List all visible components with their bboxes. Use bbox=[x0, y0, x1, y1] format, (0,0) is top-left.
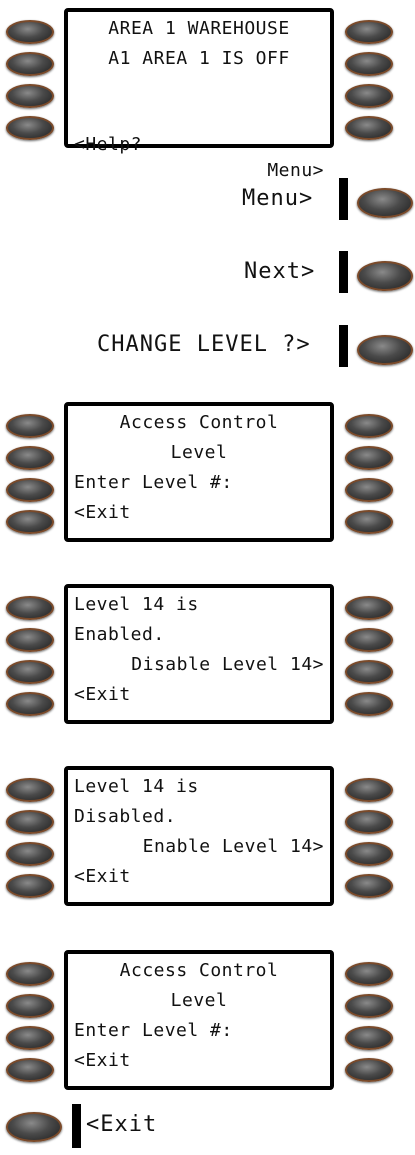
display-line-4: <Exit bbox=[74, 502, 131, 523]
step-change-level-bar bbox=[339, 325, 348, 367]
display-line-4: <Help? Menu> bbox=[74, 106, 324, 181]
soft-key-left-1[interactable] bbox=[6, 596, 54, 620]
step-change-level-key[interactable] bbox=[357, 335, 413, 365]
step-exit-key[interactable] bbox=[6, 1112, 62, 1142]
lcd-display: Level 14 is Disabled. Enable Level 14> <… bbox=[64, 766, 334, 906]
display-line-4: <Exit bbox=[74, 866, 131, 887]
display-line-1: Access Control bbox=[119, 412, 279, 433]
soft-key-right-4[interactable] bbox=[345, 510, 393, 534]
step-menu-key[interactable] bbox=[357, 188, 413, 218]
display-line-2: Enabled. bbox=[74, 624, 165, 645]
soft-key-right-2[interactable] bbox=[345, 628, 393, 652]
soft-key-right-4[interactable] bbox=[345, 116, 393, 140]
step-next-label: Next> bbox=[244, 259, 316, 284]
soft-key-left-1[interactable] bbox=[6, 414, 54, 438]
soft-key-right-4[interactable] bbox=[345, 1058, 393, 1082]
keypad-screen-5: Access Control Level Enter Level #: <Exi… bbox=[0, 946, 415, 1096]
soft-key-right-3[interactable] bbox=[345, 842, 393, 866]
soft-key-left-3[interactable] bbox=[6, 84, 54, 108]
keypad-screen-1: AREA 1 WAREHOUSE A1 AREA 1 IS OFF <Help?… bbox=[0, 4, 415, 181]
display-line-2: Disabled. bbox=[74, 806, 177, 827]
display-line-4: <Exit bbox=[74, 1050, 131, 1071]
soft-key-right-2[interactable] bbox=[345, 52, 393, 76]
soft-key-left-2[interactable] bbox=[6, 52, 54, 76]
lcd-display: Access Control Level Enter Level #: <Exi… bbox=[64, 402, 334, 542]
menu-soft-label: Menu> bbox=[267, 160, 324, 181]
step-change-level-label: CHANGE LEVEL ?> bbox=[97, 332, 311, 357]
soft-key-right-3[interactable] bbox=[345, 660, 393, 684]
soft-key-right-1[interactable] bbox=[345, 962, 393, 986]
display-line-1: AREA 1 WAREHOUSE bbox=[108, 18, 290, 39]
soft-key-right-3[interactable] bbox=[345, 1026, 393, 1050]
display-line-1: Access Control bbox=[119, 960, 279, 981]
keypad-screen-3: Level 14 is Enabled. Disable Level 14> <… bbox=[0, 580, 415, 730]
step-next-bar bbox=[339, 251, 348, 293]
soft-key-right-4[interactable] bbox=[345, 874, 393, 898]
display-line-3: Enter Level #: bbox=[74, 1020, 233, 1041]
soft-key-left-4[interactable] bbox=[6, 510, 54, 534]
soft-key-left-2[interactable] bbox=[6, 994, 54, 1018]
display-line-3: Enter Level #: bbox=[74, 472, 233, 493]
soft-key-right-1[interactable] bbox=[345, 778, 393, 802]
soft-key-left-4[interactable] bbox=[6, 1058, 54, 1082]
soft-key-left-1[interactable] bbox=[6, 962, 54, 986]
display-line-2: Level bbox=[170, 442, 228, 463]
lcd-display: Level 14 is Enabled. Disable Level 14> <… bbox=[64, 584, 334, 724]
soft-key-left-3[interactable] bbox=[6, 1026, 54, 1050]
keypad-screen-2: Access Control Level Enter Level #: <Exi… bbox=[0, 398, 415, 548]
soft-key-right-1[interactable] bbox=[345, 596, 393, 620]
step-menu-bar bbox=[339, 178, 348, 220]
soft-key-right-2[interactable] bbox=[345, 446, 393, 470]
soft-key-left-4[interactable] bbox=[6, 116, 54, 140]
soft-key-left-3[interactable] bbox=[6, 478, 54, 502]
soft-key-left-2[interactable] bbox=[6, 446, 54, 470]
step-exit-label: <Exit bbox=[86, 1112, 158, 1137]
lcd-display: AREA 1 WAREHOUSE A1 AREA 1 IS OFF <Help?… bbox=[64, 8, 334, 181]
soft-key-right-1[interactable] bbox=[345, 20, 393, 44]
soft-key-left-4[interactable] bbox=[6, 874, 54, 898]
soft-key-right-1[interactable] bbox=[345, 414, 393, 438]
soft-key-left-3[interactable] bbox=[6, 660, 54, 684]
soft-key-left-3[interactable] bbox=[6, 842, 54, 866]
soft-key-left-4[interactable] bbox=[6, 692, 54, 716]
display-line-2: Level bbox=[170, 990, 228, 1011]
help-soft-label: <Help? bbox=[74, 134, 143, 155]
soft-key-right-3[interactable] bbox=[345, 84, 393, 108]
step-exit-bar bbox=[72, 1104, 81, 1148]
display-line-3: Enable Level 14> bbox=[142, 836, 324, 857]
display-line-1: Level 14 is bbox=[74, 594, 199, 615]
soft-key-left-2[interactable] bbox=[6, 810, 54, 834]
soft-key-right-4[interactable] bbox=[345, 692, 393, 716]
soft-key-right-3[interactable] bbox=[345, 478, 393, 502]
soft-key-left-2[interactable] bbox=[6, 628, 54, 652]
soft-key-right-2[interactable] bbox=[345, 994, 393, 1018]
display-line-3: Disable Level 14> bbox=[131, 654, 324, 675]
display-line-2: A1 AREA 1 IS OFF bbox=[108, 48, 290, 69]
display-line-4: <Exit bbox=[74, 684, 131, 705]
soft-key-right-2[interactable] bbox=[345, 810, 393, 834]
soft-key-left-1[interactable] bbox=[6, 778, 54, 802]
display-line-1: Level 14 is bbox=[74, 776, 199, 797]
step-next-key[interactable] bbox=[357, 261, 413, 291]
soft-key-left-1[interactable] bbox=[6, 20, 54, 44]
keypad-screen-4: Level 14 is Disabled. Enable Level 14> <… bbox=[0, 762, 415, 912]
lcd-display: Access Control Level Enter Level #: <Exi… bbox=[64, 950, 334, 1090]
step-menu-label: Menu> bbox=[242, 186, 314, 211]
